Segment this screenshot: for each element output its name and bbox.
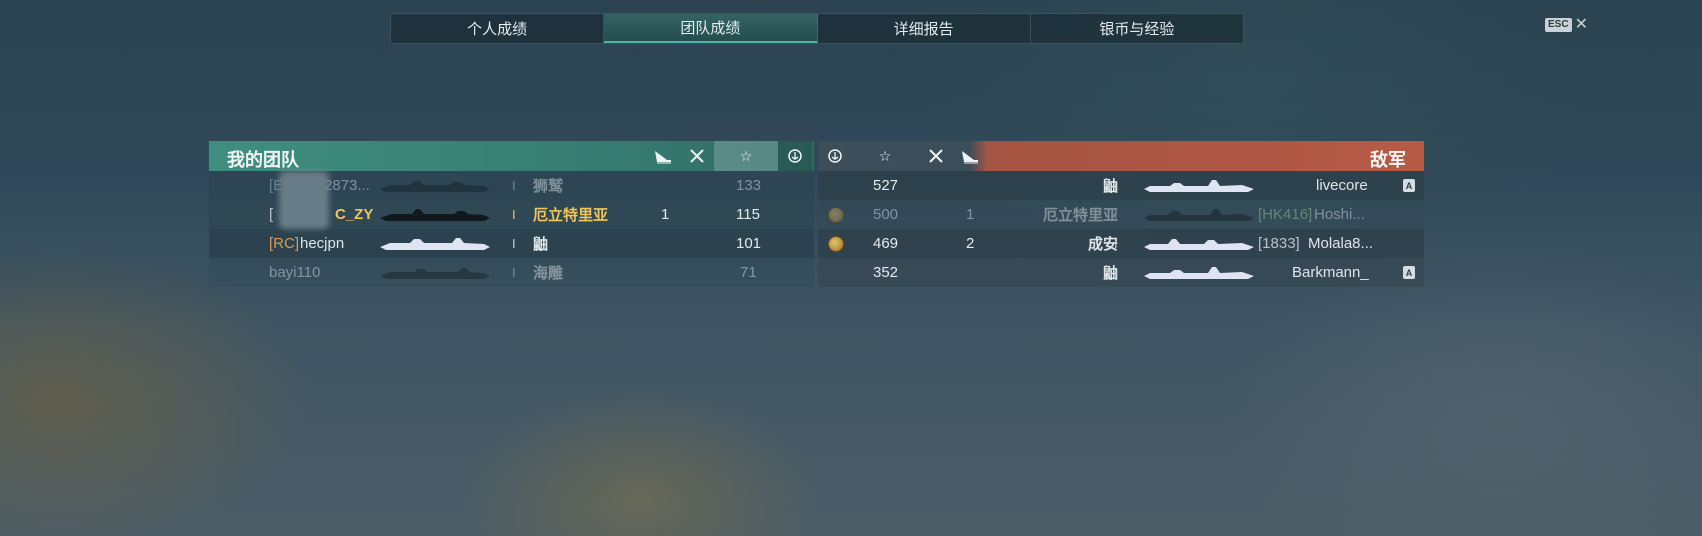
ship-tier: I — [1114, 265, 1118, 280]
player-name: C_ZY — [335, 206, 374, 223]
esc-key-hint: ESC — [1545, 18, 1572, 32]
ship-name: 厄立特里亚 — [533, 207, 609, 224]
tab-team[interactable]: 团队成绩 — [604, 14, 818, 43]
player-name: livecore — [1316, 177, 1368, 194]
aircraft-badge-icon: A — [1403, 179, 1415, 192]
enemy-team-panel: ☆ 敌军 527 鼬 I livecore A 500 1 厄立特里亚 I [H… — [818, 141, 1424, 289]
medal-icon — [828, 207, 844, 223]
player-clan: [ — [269, 206, 274, 223]
ship-name: 海雕 — [533, 265, 564, 282]
kills-count: 1 — [661, 206, 670, 223]
enemy-player-row[interactable]: 500 1 厄立特里亚 I [HK416] Hoshi... — [818, 200, 1424, 229]
score-value: 71 — [740, 264, 757, 281]
score-value: 133 — [736, 177, 762, 194]
tab-detailed-report[interactable]: 详细报告 — [818, 14, 1031, 43]
player-name: Barkmann_ — [1292, 264, 1369, 281]
player-name: hecjpn — [300, 235, 345, 252]
ship-tier: I — [512, 236, 516, 251]
ally-title: 我的团队 — [227, 150, 299, 170]
score-value: 101 — [736, 235, 762, 252]
enemy-header: ☆ 敌军 — [818, 141, 1424, 171]
ship-name: 鼬 — [533, 236, 549, 253]
medal-icon — [828, 236, 844, 252]
ship-silhouette-icon — [380, 209, 490, 221]
result-tabs: 个人成绩 团队成绩 详细报告 银币与经验 — [390, 13, 1244, 44]
player-clan: [1833] — [1258, 235, 1300, 252]
ship-tier: I — [512, 178, 516, 193]
ally-player-row[interactable]: [RC] hecjpn I 鼬 101 — [209, 229, 814, 258]
ship-silhouette-icon — [380, 268, 490, 279]
plane-icon[interactable] — [919, 141, 953, 171]
close-icon[interactable]: ✕ — [1575, 17, 1588, 33]
ship-silhouette-icon — [380, 238, 490, 250]
ship-silhouette-icon — [1144, 209, 1254, 221]
ship-tier: I — [1114, 207, 1118, 222]
tab-credits-xp[interactable]: 银币与经验 — [1031, 14, 1243, 43]
anchor-icon[interactable] — [778, 141, 812, 171]
plane-icon[interactable] — [680, 141, 714, 171]
anchor-icon[interactable] — [818, 141, 852, 171]
player-name: Molala8... — [1308, 235, 1374, 252]
score-value: 527 — [873, 177, 899, 194]
enemy-player-row[interactable]: 527 鼬 I livecore A — [818, 171, 1424, 200]
ally-player-row[interactable]: bayi110 I 海雕 71 — [209, 258, 814, 287]
torpedo-icon[interactable] — [953, 141, 987, 171]
ship-tier: I — [512, 207, 516, 222]
score-value: 469 — [873, 235, 899, 252]
player-name: 2873... — [324, 177, 370, 194]
aircraft-badge-icon: A — [1403, 266, 1415, 279]
star-icon[interactable]: ☆ — [868, 141, 902, 171]
torpedo-icon[interactable] — [646, 141, 680, 171]
score-value: 352 — [873, 264, 899, 281]
kills-count: 1 — [966, 206, 975, 223]
player-name: Hoshi... — [1314, 206, 1365, 223]
tab-personal[interactable]: 个人成绩 — [391, 14, 605, 43]
ally-team-panel: 我的团队 ☆ [E 2873... I 狮鹫 133 [ C_ZY I 厄立特里… — [209, 141, 814, 289]
ship-tier: I — [1114, 236, 1118, 251]
ship-silhouette-icon — [380, 181, 490, 192]
ship-tier: I — [1114, 178, 1118, 193]
player-name: bayi110 — [269, 264, 321, 281]
close-button[interactable]: ESC ✕ — [1545, 17, 1588, 33]
score-value: 500 — [873, 206, 899, 223]
kills-count: 2 — [966, 235, 975, 252]
ally-header: 我的团队 ☆ — [209, 141, 814, 171]
ship-name: 狮鹫 — [533, 178, 564, 195]
ship-silhouette-icon — [1144, 267, 1254, 279]
score-value: 115 — [736, 206, 760, 223]
player-clan: [RC] — [269, 235, 299, 252]
ship-silhouette-icon — [1144, 180, 1254, 192]
ship-silhouette-icon — [1144, 239, 1254, 250]
star-icon[interactable]: ☆ — [714, 141, 778, 171]
enemy-title: 敌军 — [1370, 150, 1406, 170]
name-blur-mask — [279, 171, 329, 229]
enemy-player-row[interactable]: 469 2 成安 I [1833] Molala8... — [818, 229, 1424, 258]
player-clan: [HK416] — [1258, 206, 1313, 223]
enemy-player-row[interactable]: 352 鼬 I Barkmann_ A — [818, 258, 1424, 287]
ship-tier: I — [512, 265, 516, 280]
ship-name: 厄立特里亚 — [1042, 207, 1118, 224]
